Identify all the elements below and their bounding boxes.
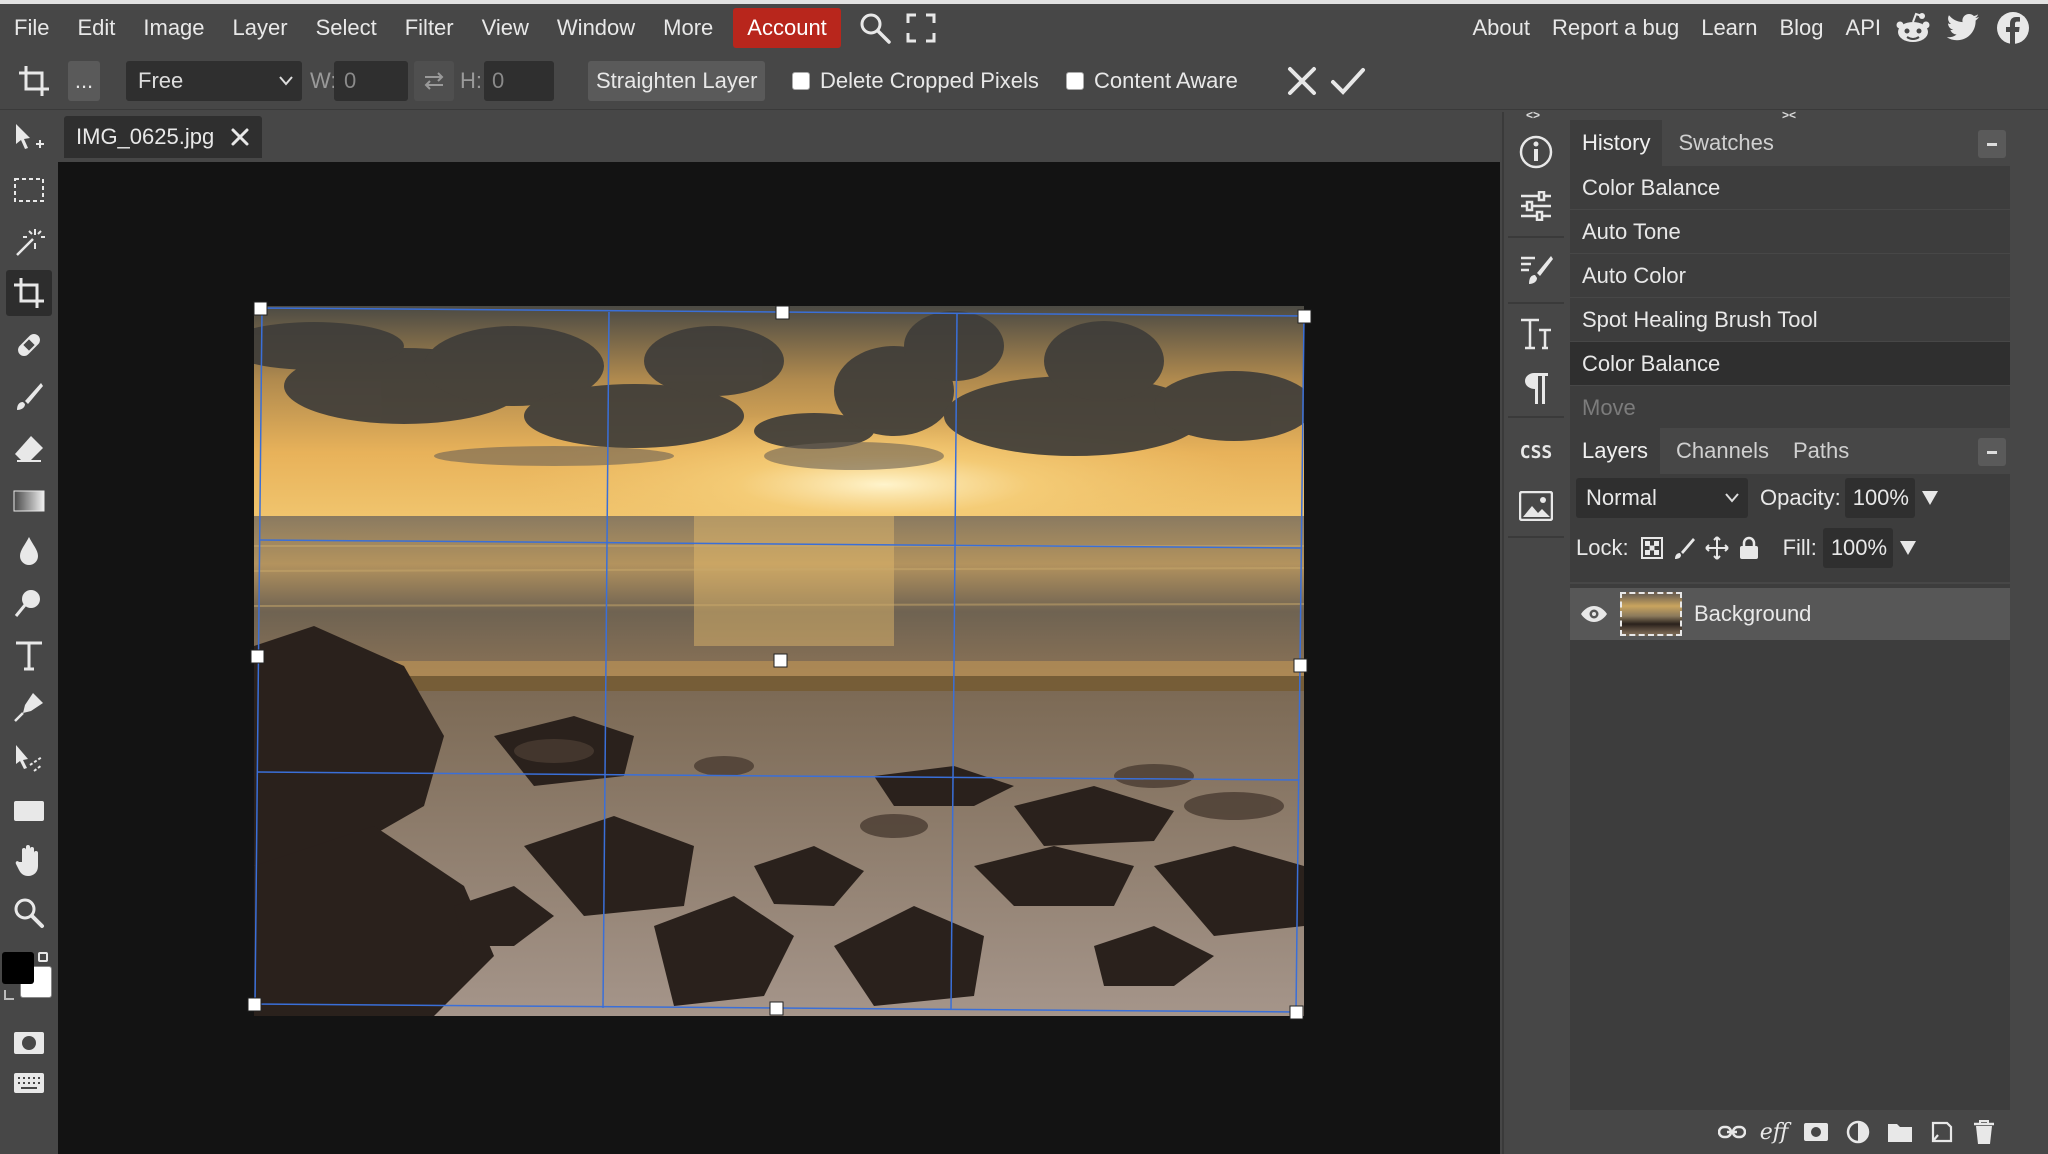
paragraph-icon[interactable] (1514, 366, 1558, 410)
css-icon[interactable]: CSS (1514, 430, 1558, 474)
crop-handle-center[interactable] (773, 653, 788, 668)
tab-channels[interactable]: Channels (1664, 428, 1781, 474)
fill-value: 100% (1830, 535, 1888, 560)
menu-learn[interactable]: Learn (1690, 8, 1768, 48)
tab-swatches[interactable]: Swatches (1666, 120, 1785, 166)
eye-icon[interactable] (1580, 605, 1608, 623)
menu-blog[interactable]: Blog (1768, 8, 1834, 48)
opacity-input[interactable]: 100% (1844, 478, 1915, 518)
fill-input[interactable]: 100% (1822, 528, 1893, 568)
mini-separator (1508, 236, 1564, 238)
history-tabs: History Swatches (1570, 120, 2010, 166)
tab-paths[interactable]: Paths (1781, 428, 1861, 474)
adjustment-layer-icon[interactable] (1842, 1116, 1874, 1148)
opacity-value: 100% (1852, 485, 1909, 510)
history-list: Color Balance Auto Tone Auto Color Spot … (1570, 166, 2010, 430)
fill-label: Fill: (1782, 535, 1817, 560)
lock-row: Lock: Fill: 100% (1570, 524, 2010, 572)
folder-icon[interactable] (1884, 1116, 1916, 1148)
layers-divider (1570, 582, 2010, 584)
chevron-down-icon (1725, 493, 1739, 503)
effects-label: eff (1759, 1119, 1789, 1145)
lock-all-icon[interactable] (1739, 536, 1759, 560)
blend-mode-select[interactable]: Normal (1576, 478, 1748, 518)
menu-api[interactable]: API (1835, 8, 1892, 48)
mini-separator (1508, 416, 1564, 418)
history-item[interactable]: Color Balance (1570, 166, 2010, 210)
layers-footer: eff (1570, 1110, 2010, 1154)
link-layers-icon[interactable] (1716, 1116, 1748, 1148)
crop-handle-tr[interactable] (1297, 309, 1312, 324)
blend-mode-value: Normal (1586, 485, 1657, 510)
layer-row[interactable]: Background (1570, 588, 2010, 640)
history-menu-button[interactable] (1978, 130, 2006, 158)
image-icon[interactable] (1514, 484, 1558, 528)
lock-transparency-icon[interactable] (1640, 537, 1663, 559)
photo-editor-app: File Edit Image Layer Select Filter View… (0, 0, 2048, 1154)
tab-layers[interactable]: Layers (1570, 428, 1661, 474)
tab-history[interactable]: History (1570, 120, 1663, 166)
layer-thumbnail (1620, 592, 1682, 636)
new-layer-icon[interactable] (1926, 1116, 1958, 1148)
lock-pixels-icon[interactable] (1673, 536, 1695, 560)
fill-dropdown-icon[interactable] (1899, 540, 1917, 556)
css-label: CSS (1519, 441, 1553, 463)
lock-position-icon[interactable] (1704, 536, 1729, 560)
crop-handle-br[interactable] (1289, 1005, 1304, 1020)
reddit-icon[interactable] (1892, 8, 1934, 48)
adjustments-icon[interactable] (1514, 184, 1558, 228)
collapse-left-toggle[interactable]: <> (1526, 108, 1540, 122)
mini-panel: <> CSS (1502, 108, 1566, 1154)
opacity-label: Opacity: (1760, 485, 1841, 510)
crop-handle-top[interactable] (775, 305, 790, 320)
layer-mask-icon[interactable] (1800, 1116, 1832, 1148)
crop-handle-bottom[interactable] (769, 1001, 784, 1016)
crop-handle-tl[interactable] (253, 301, 268, 316)
lock-label: Lock: (1576, 535, 1629, 560)
layer-effects-icon[interactable]: eff (1758, 1116, 1790, 1148)
facebook-icon[interactable] (1992, 8, 2034, 48)
mini-separator (1508, 536, 1564, 538)
twitter-icon[interactable] (1942, 8, 1984, 48)
opacity-dropdown-icon[interactable] (1921, 490, 1939, 506)
history-item[interactable]: Auto Color (1570, 254, 2010, 298)
crop-overlay[interactable] (0, 0, 1500, 1154)
layers-tabs: Layers Channels Paths (1570, 428, 2010, 474)
layer-name: Background (1694, 601, 1812, 626)
layers-menu-button[interactable] (1978, 438, 2006, 466)
crop-handle-bl[interactable] (247, 997, 262, 1012)
blend-row: Normal Opacity: 100% (1570, 474, 2010, 522)
crop-handle-right[interactable] (1293, 658, 1308, 673)
layers-body: Normal Opacity: 100% Lock: Fill: 100% Ba… (1570, 474, 2010, 1154)
character-icon[interactable] (1514, 312, 1558, 356)
history-item[interactable]: Spot Healing Brush Tool (1570, 298, 2010, 342)
info-icon[interactable] (1514, 130, 1558, 174)
menu-report-bug[interactable]: Report a bug (1541, 8, 1690, 48)
brush-settings-icon[interactable] (1514, 248, 1558, 292)
delete-layer-icon[interactable] (1968, 1116, 2000, 1148)
history-item-undone[interactable]: Move (1570, 386, 2010, 430)
crop-handle-left[interactable] (250, 649, 265, 664)
history-panel: >< History Swatches Color Balance Auto T… (1570, 108, 2010, 430)
history-item[interactable]: Auto Tone (1570, 210, 2010, 254)
menu-right: About Report a bug Learn Blog API (1462, 4, 2048, 52)
mini-separator (1508, 302, 1564, 304)
layers-panel: Layers Channels Paths Normal Opacity: 10… (1570, 428, 2010, 1154)
history-item-current[interactable]: Color Balance (1570, 342, 2010, 386)
